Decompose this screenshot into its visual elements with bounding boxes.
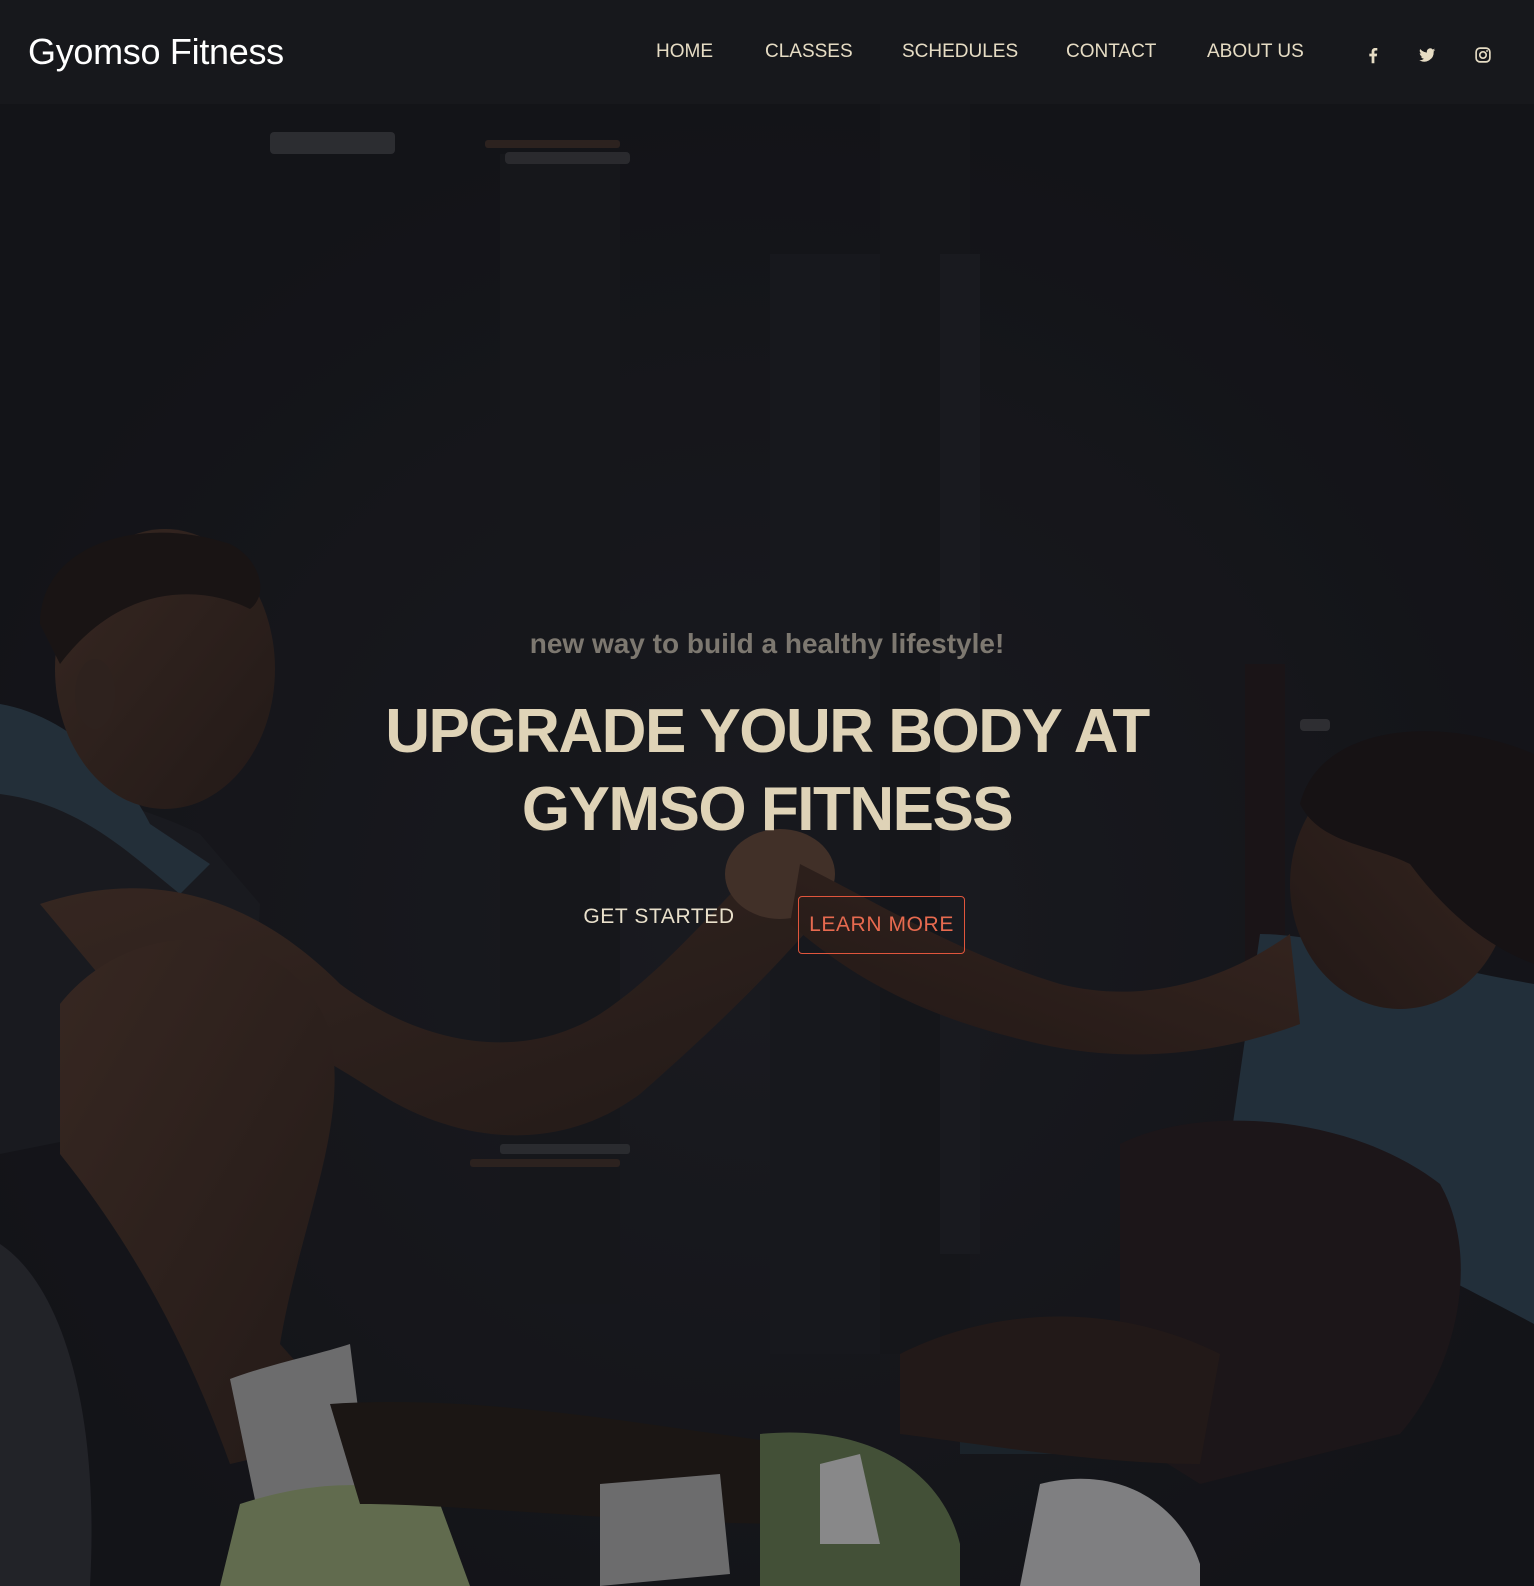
learn-more-button[interactable]: LEARN MORE (798, 896, 965, 954)
nav-item-contact[interactable]: CONTACT (1066, 40, 1156, 64)
brand-logo[interactable]: Gyomso Fitness (28, 30, 284, 74)
navbar: Gyomso Fitness HOME CLASSES SCHEDULES CO… (0, 0, 1534, 104)
get-started-button[interactable]: GET STARTED (568, 896, 750, 938)
nav-item-classes[interactable]: CLASSES (765, 40, 853, 64)
facebook-icon[interactable] (1362, 44, 1384, 66)
twitter-icon[interactable] (1416, 44, 1438, 66)
instagram-icon[interactable] (1472, 44, 1494, 66)
twitter-icon-glyph (1419, 48, 1436, 62)
facebook-icon-glyph (1369, 47, 1378, 64)
nav-item-home[interactable]: HOME (656, 40, 713, 64)
nav-item-schedules[interactable]: SCHEDULES (902, 40, 1018, 64)
hero-tagline: new way to build a healthy lifestyle! (529, 628, 1005, 659)
hero-headline: UPGRADE YOUR BODY AT GYMSO FITNESS (385, 697, 1150, 844)
nav-item-about-us[interactable]: ABOUT US (1207, 40, 1304, 64)
instagram-icon-glyph (1475, 47, 1491, 63)
hero-section: new way to build a healthy lifestyle! UP… (0, 104, 1534, 1586)
